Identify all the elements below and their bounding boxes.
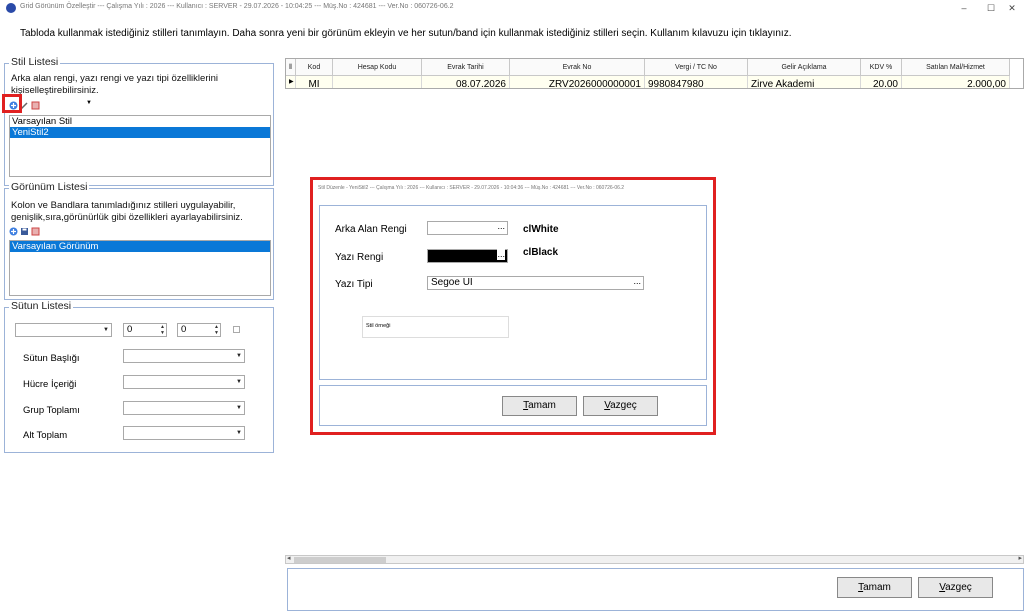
subtotal-style-select[interactable]: ▼ [123, 426, 245, 440]
delete-view-icon[interactable] [31, 227, 40, 236]
data-grid[interactable]: ⦀ Kod Hesap Kodu Evrak Tarihi Evrak No V… [285, 58, 1024, 89]
list-item-selected[interactable]: Varsayılan Görünüm [10, 241, 270, 252]
table-cell[interactable]: ZRV2026000000001 [510, 76, 645, 88]
close-button[interactable]: ✕ [1000, 1, 1024, 15]
horizontal-scrollbar[interactable]: ◂ ▸ [285, 555, 1024, 564]
view-list-title: Görünüm Listesi [9, 181, 90, 193]
spinner-value: 0 [181, 324, 187, 335]
style-list-title: Stil Listesi [9, 56, 61, 68]
ok-label: amam [863, 582, 891, 593]
subtotal-label: Alt Toplam [23, 430, 68, 441]
scroll-thumb[interactable] [294, 557, 386, 563]
cancel-button[interactable]: Vazgeç [918, 577, 993, 598]
view-listbox[interactable]: Varsayılan Görünüm [9, 240, 271, 296]
row-indicator-icon: ▶ [286, 76, 296, 88]
title-bar: Grid Görünüm Özelleştir --- Çalışma Yılı… [0, 0, 1024, 16]
ok-button[interactable]: Tamam [837, 577, 912, 598]
table-cell[interactable]: Zirve Akademi [748, 76, 861, 88]
table-cell[interactable]: MI [296, 76, 333, 88]
cell-content-style-select[interactable]: ▼ [123, 375, 245, 389]
spinner-arrows-icon[interactable]: ▲ ▼ [214, 324, 219, 336]
view-list-group: Görünüm Listesi Kolon ve Bandlara tanıml… [4, 181, 274, 300]
table-cell[interactable]: 9980847980 [645, 76, 748, 88]
column-header[interactable]: Kod [296, 59, 333, 76]
column-index-spinner[interactable]: 0 ▲ ▼ [123, 323, 167, 337]
style-listbox[interactable]: Varsayılan Stil YeniStil2 [9, 115, 271, 177]
save-view-icon[interactable] [20, 227, 29, 236]
app-icon [6, 3, 16, 13]
column-header-style-select[interactable]: ▼ [123, 349, 245, 363]
group-total-label: Grup Toplamı [23, 405, 80, 416]
view-toolbar [9, 225, 40, 237]
highlight-add-style [2, 94, 22, 113]
minimize-button[interactable]: – [952, 1, 976, 15]
list-item-selected[interactable]: YeniStil2 [10, 127, 270, 138]
spinner-value: 0 [127, 324, 133, 335]
chevron-down-icon: ▼ [236, 379, 242, 385]
delete-style-icon[interactable] [31, 101, 40, 110]
column-select[interactable]: ▼ [15, 323, 112, 337]
column-header[interactable]: Hesap Kodu [333, 59, 422, 76]
cell-content-label: Hücre İçeriği [23, 379, 77, 390]
chevron-down-icon: ▼ [103, 327, 109, 333]
style-list-description: Arka alan rengi, yazı rengi ve yazı tipi… [11, 73, 218, 96]
scroll-right-icon[interactable]: ▸ [1018, 554, 1022, 562]
column-header[interactable]: Evrak Tarihi [422, 59, 510, 76]
view-list-description: Kolon ve Bandlara tanımladığınız stiller… [11, 200, 243, 223]
chevron-down-icon: ▼ [86, 100, 92, 106]
visible-checkbox[interactable] [233, 326, 240, 333]
cancel-label: azgeç [945, 582, 972, 593]
window-title: Grid Görünüm Özelleştir --- Çalışma Yılı… [20, 3, 454, 10]
bottom-button-panel [287, 568, 1024, 611]
column-list-group: Sütun Listesi ▼ 0 ▲ ▼ 0 ▲ ▼ Sütun Başlığı … [4, 300, 274, 453]
chevron-down-icon: ▼ [236, 430, 242, 436]
spinner-arrows-icon[interactable]: ▲ ▼ [160, 324, 165, 336]
column-header[interactable]: Vergi / TC No [645, 59, 748, 76]
instruction-link[interactable]: Tabloda kullanmak istediğiniz stilleri t… [20, 28, 791, 39]
chevron-down-icon: ▼ [236, 353, 242, 359]
chevron-down-icon: ▼ [236, 405, 242, 411]
column-width-spinner[interactable]: 0 ▲ ▼ [177, 323, 221, 337]
table-cell[interactable]: 20.00 [861, 76, 902, 88]
list-item[interactable]: Varsayılan Stil [10, 116, 270, 127]
column-list-title: Sütun Listesi [9, 300, 74, 312]
row-indicator-header: ⦀ [286, 59, 296, 76]
column-header-label: Sütun Başlığı [23, 353, 80, 364]
style-list-group: Stil Listesi Arka alan rengi, yazı rengi… [4, 56, 274, 186]
column-header[interactable]: Evrak No [510, 59, 645, 76]
column-header[interactable]: Gelir Açıklama [748, 59, 861, 76]
highlight-dialog [310, 177, 716, 435]
add-view-icon[interactable] [9, 227, 18, 236]
table-cell[interactable] [333, 76, 422, 88]
scroll-left-icon[interactable]: ◂ [287, 554, 291, 562]
table-cell[interactable]: 08.07.2026 [422, 76, 510, 88]
group-total-style-select[interactable]: ▼ [123, 401, 245, 415]
column-header[interactable]: Satılan Mal/Hizmet [902, 59, 1010, 76]
column-header[interactable]: KDV % [861, 59, 902, 76]
style-select[interactable]: ▼ [42, 100, 94, 110]
table-cell[interactable]: 2.000,00 [902, 76, 1010, 88]
